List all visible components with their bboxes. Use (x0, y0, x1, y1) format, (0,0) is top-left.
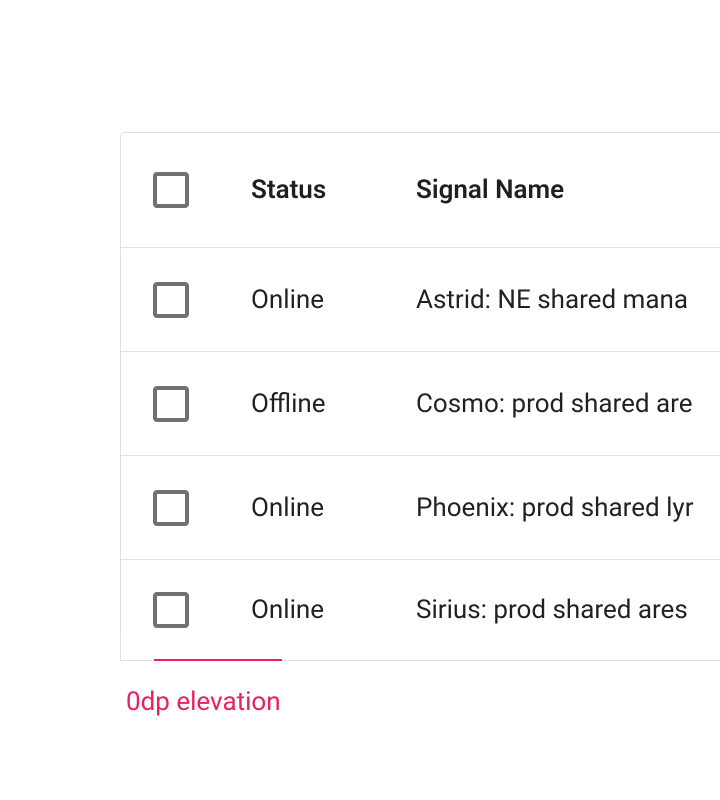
status-cell: Online (251, 595, 416, 625)
table-row: Online Astrid: NE shared mana (121, 248, 720, 352)
table-row: Offline Cosmo: prod shared are (121, 352, 720, 456)
row-checkbox-cell (153, 282, 251, 318)
row-checkbox[interactable] (153, 490, 189, 526)
column-header-signal-name[interactable]: Signal Name (416, 175, 720, 205)
status-cell: Online (251, 493, 416, 523)
row-checkbox-cell (153, 386, 251, 422)
header-checkbox-cell (153, 172, 251, 208)
select-all-checkbox[interactable] (153, 172, 189, 208)
row-checkbox[interactable] (153, 592, 189, 628)
column-header-status[interactable]: Status (251, 175, 416, 205)
indicator-line (154, 659, 282, 661)
status-cell: Online (251, 285, 416, 315)
signal-name-cell: Sirius: prod shared ares (416, 595, 720, 625)
signal-name-cell: Astrid: NE shared mana (416, 285, 720, 315)
signal-name-cell: Cosmo: prod shared are (416, 389, 720, 419)
row-checkbox-cell (153, 592, 251, 628)
status-cell: Offline (251, 389, 416, 419)
signal-name-cell: Phoenix: prod shared lyr (416, 493, 720, 523)
row-checkbox[interactable] (153, 282, 189, 318)
table-row: Online Phoenix: prod shared lyr (121, 456, 720, 560)
data-table: Status Signal Name Online Astrid: NE sha… (120, 132, 720, 661)
elevation-label: 0dp elevation (126, 687, 720, 717)
row-checkbox-cell (153, 490, 251, 526)
row-checkbox[interactable] (153, 386, 189, 422)
table-header-row: Status Signal Name (121, 133, 720, 248)
table-row: Online Sirius: prod shared ares (121, 560, 720, 660)
